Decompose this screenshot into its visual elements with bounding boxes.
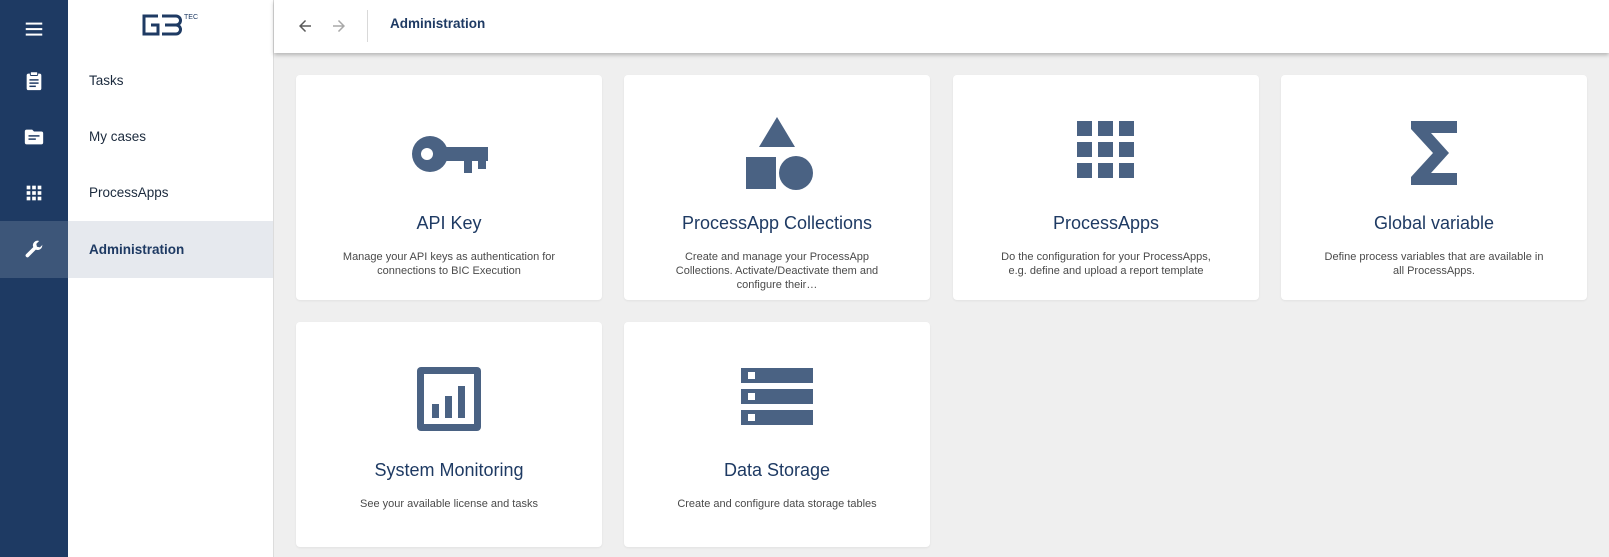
- nav-panel: TEC Tasks My cases ProcessApps Administr…: [68, 0, 274, 557]
- card-data-storage[interactable]: Data Storage Create and configure data s…: [624, 322, 930, 547]
- apps-grid-icon: [26, 185, 42, 200]
- monitoring-icon: [417, 367, 481, 431]
- icon-rail: [0, 0, 68, 557]
- rail-tasks-button[interactable]: [0, 52, 68, 109]
- rail-cases-button[interactable]: [0, 108, 68, 165]
- card-title: ProcessApps: [1052, 213, 1160, 233]
- back-button[interactable]: [291, 12, 319, 40]
- top-bar: Administration: [274, 0, 1609, 53]
- menu-button[interactable]: [0, 0, 68, 57]
- rail-administration-button[interactable]: [0, 221, 68, 278]
- card-system-monitoring[interactable]: System Monitoring See your available lic…: [296, 322, 602, 547]
- key-icon: [412, 136, 488, 173]
- card-processapp-collections[interactable]: ProcessApp Collections Create and manage…: [624, 75, 930, 300]
- card-processapps[interactable]: ProcessApps Do the configuration for you…: [953, 75, 1259, 300]
- card-api-key[interactable]: API Key Manage your API keys as authenti…: [296, 75, 602, 300]
- nav-item-label: Administration: [89, 242, 185, 257]
- shapes-icon: [746, 117, 813, 190]
- card-description: See your available license and tasks: [360, 498, 538, 510]
- logo: TEC: [140, 12, 210, 38]
- nav-item-label: My cases: [89, 129, 147, 144]
- card-description: Define process variables that are availa…: [1324, 251, 1544, 277]
- card-description: Create and manage your ProcessApp Collec…: [675, 251, 879, 291]
- storage-icon: [741, 368, 813, 425]
- card-description: Do the configuration for your ProcessApp…: [1001, 251, 1211, 277]
- card-title: API Key: [416, 213, 482, 233]
- card-title: System Monitoring: [374, 460, 524, 480]
- clipboard-icon: [26, 70, 42, 90]
- topbar-divider: [367, 10, 368, 42]
- logo-tec-text: TEC: [184, 14, 198, 21]
- card-description: Manage your API keys as authentication f…: [342, 251, 556, 277]
- nav-item-my-cases[interactable]: My cases: [68, 108, 273, 165]
- nav-item-label: ProcessApps: [89, 185, 169, 200]
- card-global-variable[interactable]: Global variable Define process variables…: [1281, 75, 1587, 300]
- nav-item-label: Tasks: [89, 73, 124, 88]
- wrench-icon: [25, 240, 43, 257]
- sigma-icon: [1411, 121, 1457, 185]
- card-description: Create and configure data storage tables: [677, 498, 877, 510]
- card-title: ProcessApp Collections: [681, 213, 873, 233]
- forward-button[interactable]: [325, 12, 353, 40]
- folder-icon: [24, 129, 44, 144]
- nav-item-administration[interactable]: Administration: [68, 221, 273, 278]
- arrow-right-icon: [333, 20, 345, 32]
- card-title: Global variable: [1373, 213, 1495, 233]
- arrow-left-icon: [299, 20, 311, 32]
- rail-processapps-button[interactable]: [0, 164, 68, 221]
- grid-icon: [1077, 121, 1134, 178]
- nav-item-processapps[interactable]: ProcessApps: [68, 164, 273, 221]
- page-title: Administration: [390, 16, 486, 31]
- card-title: Data Storage: [723, 460, 831, 480]
- nav-item-tasks[interactable]: Tasks: [68, 52, 273, 109]
- menu-icon: [25, 22, 43, 36]
